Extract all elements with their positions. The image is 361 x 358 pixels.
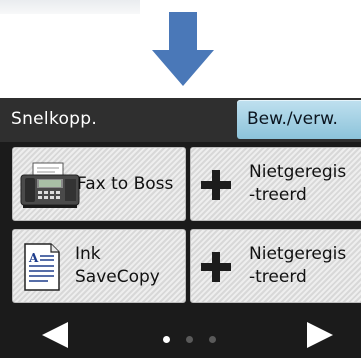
edit-delete-button-label: Bew./verw.: [247, 109, 338, 129]
document-icon: A: [24, 243, 60, 291]
shortcut-label-line2: -treerd: [249, 185, 307, 205]
shortcut-unregistered-1[interactable]: Nietgeregis -treerd: [190, 147, 361, 221]
shortcut-unregistered-2[interactable]: Nietgeregis -treerd: [190, 229, 361, 303]
screen-footer: [0, 312, 361, 358]
page-indicator-dot-active: [163, 336, 170, 343]
shortcut-label-line1: Ink: [75, 244, 101, 264]
shortcuts-screen: Snelkopp. Bew./verw. Fax to Boss Nietger…: [0, 98, 361, 358]
shortcut-label-line1: Nietgeregis: [249, 162, 347, 182]
shortcut-label-line2: -treerd: [249, 267, 307, 287]
screen-header: Snelkopp. Bew./verw.: [0, 98, 361, 142]
shortcut-label: Fax to Boss: [77, 174, 174, 194]
shortcut-label-line1: Nietgeregis: [249, 244, 347, 264]
page-indicator-dot: [209, 336, 216, 343]
edit-delete-button[interactable]: Bew./verw.: [237, 100, 361, 139]
shortcut-ink-savecopy[interactable]: A Ink SaveCopy: [12, 229, 186, 303]
next-page-button[interactable]: [305, 322, 335, 348]
screen-title: Snelkopp.: [11, 109, 98, 129]
shortcut-label-line2: SaveCopy: [75, 267, 160, 287]
fax-machine-icon: [20, 162, 80, 208]
shortcut-fax-to-boss[interactable]: Fax to Boss: [12, 147, 186, 221]
plus-icon: [201, 170, 231, 200]
page-indicator-dot: [186, 336, 193, 343]
svg-text:A: A: [28, 251, 39, 265]
previous-page-button[interactable]: [40, 322, 70, 348]
down-arrow-icon: [152, 12, 214, 86]
top-strip: [0, 0, 140, 14]
plus-icon: [201, 252, 231, 282]
